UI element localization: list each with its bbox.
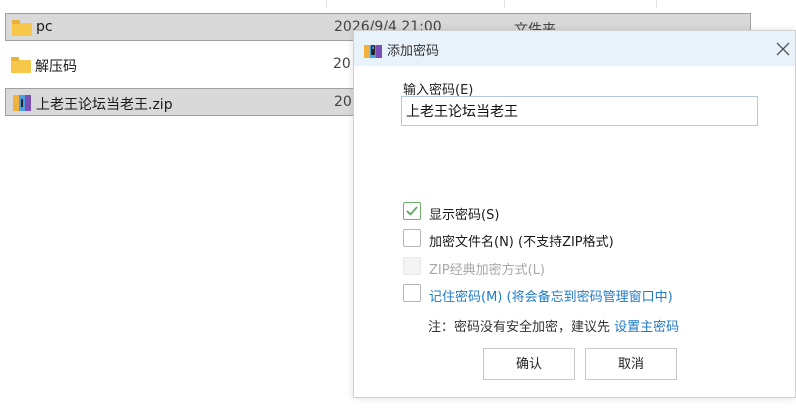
security-note: 注：密码没有安全加密，建议先 设置主密码 bbox=[428, 316, 679, 335]
column-divider bbox=[504, 0, 505, 8]
column-divider bbox=[656, 0, 657, 8]
add-password-dialog: 添加密码 输入密码(E) 显示密码(S) 加密文件名(N) (不支持ZIP格式)… bbox=[353, 30, 796, 398]
set-master-password-link[interactable]: 设置主密码 bbox=[614, 320, 679, 335]
option-label: 显示密码(S) bbox=[429, 208, 500, 223]
file-name: pc bbox=[36, 19, 53, 35]
cancel-button[interactable]: 取消 bbox=[585, 348, 677, 380]
zip-archive-icon bbox=[12, 95, 32, 111]
option-label: ZIP经典加密方式(L) bbox=[429, 263, 545, 278]
remember-password-checkbox[interactable] bbox=[403, 284, 421, 302]
confirm-button[interactable]: 确认 bbox=[483, 348, 575, 380]
show-password-checkbox[interactable] bbox=[403, 202, 421, 220]
folder-icon bbox=[12, 20, 32, 36]
option-label: 加密文件名(N) (不支持ZIP格式) bbox=[429, 235, 614, 250]
file-date: 20 bbox=[334, 94, 352, 110]
zip-classic-encryption-checkbox bbox=[403, 257, 421, 275]
option-label: 记住密码(M) (将会备忘到密码管理窗口中) bbox=[429, 290, 673, 305]
file-name: 上老王论坛当老王.zip bbox=[36, 97, 173, 113]
note-text: 注：密码没有安全加密，建议先 bbox=[428, 320, 611, 335]
column-divider bbox=[326, 0, 327, 8]
file-name: 解压码 bbox=[35, 59, 77, 75]
password-input[interactable] bbox=[401, 96, 758, 126]
close-icon[interactable] bbox=[773, 39, 793, 59]
folder-icon bbox=[11, 57, 31, 73]
dialog-titlebar[interactable]: 添加密码 bbox=[354, 31, 795, 66]
dialog-title: 添加密码 bbox=[387, 44, 440, 59]
archive-app-icon bbox=[363, 40, 383, 60]
check-icon bbox=[406, 206, 418, 216]
encrypt-filenames-checkbox[interactable] bbox=[403, 229, 421, 247]
file-date: 20 bbox=[333, 56, 351, 72]
